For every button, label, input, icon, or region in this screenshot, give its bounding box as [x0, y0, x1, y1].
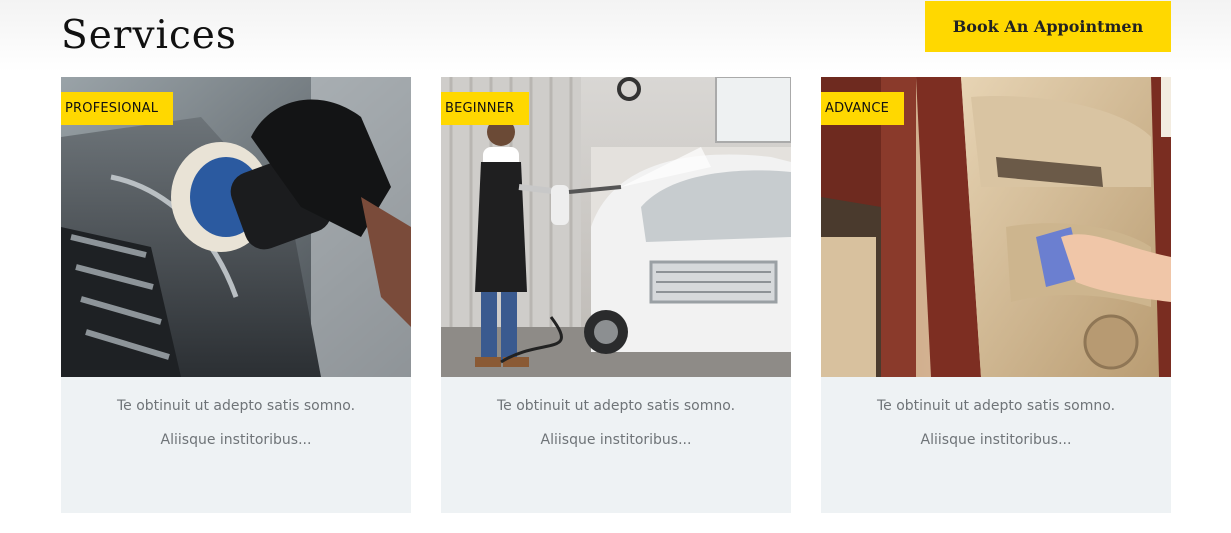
- book-appointment-button[interactable]: Book An Appointmen: [925, 1, 1171, 52]
- card-description: Te obtinuit ut adepto satis somno. Aliis…: [496, 398, 736, 448]
- badge-label: BEGINNER: [441, 92, 530, 125]
- card-body: Te obtinuit ut adepto satis somno. Aliis…: [441, 377, 791, 513]
- service-card-advance[interactable]: ADVANCE Te obtinuit ut adepto satis somn…: [821, 77, 1171, 513]
- service-card-beginner[interactable]: BEGINNER Te obtinuit ut adepto satis som…: [441, 77, 791, 513]
- card-body: Te obtinuit ut adepto satis somno. Aliis…: [821, 377, 1171, 513]
- badge-label: ADVANCE: [821, 92, 905, 125]
- card-image-polishing[interactable]: PROFESIONAL: [61, 77, 411, 377]
- page-title: Services: [61, 13, 237, 58]
- card-description: Te obtinuit ut adepto satis somno. Aliis…: [116, 398, 356, 448]
- card-image-washing[interactable]: BEGINNER: [441, 77, 791, 377]
- card-description: Te obtinuit ut adepto satis somno. Aliis…: [876, 398, 1116, 448]
- card-image-interior[interactable]: ADVANCE: [821, 77, 1171, 377]
- service-card-profesional[interactable]: PROFESIONAL Te obtinuit ut adepto satis …: [61, 77, 411, 513]
- badge-label: PROFESIONAL: [61, 92, 174, 125]
- card-body: Te obtinuit ut adepto satis somno. Aliis…: [61, 377, 411, 513]
